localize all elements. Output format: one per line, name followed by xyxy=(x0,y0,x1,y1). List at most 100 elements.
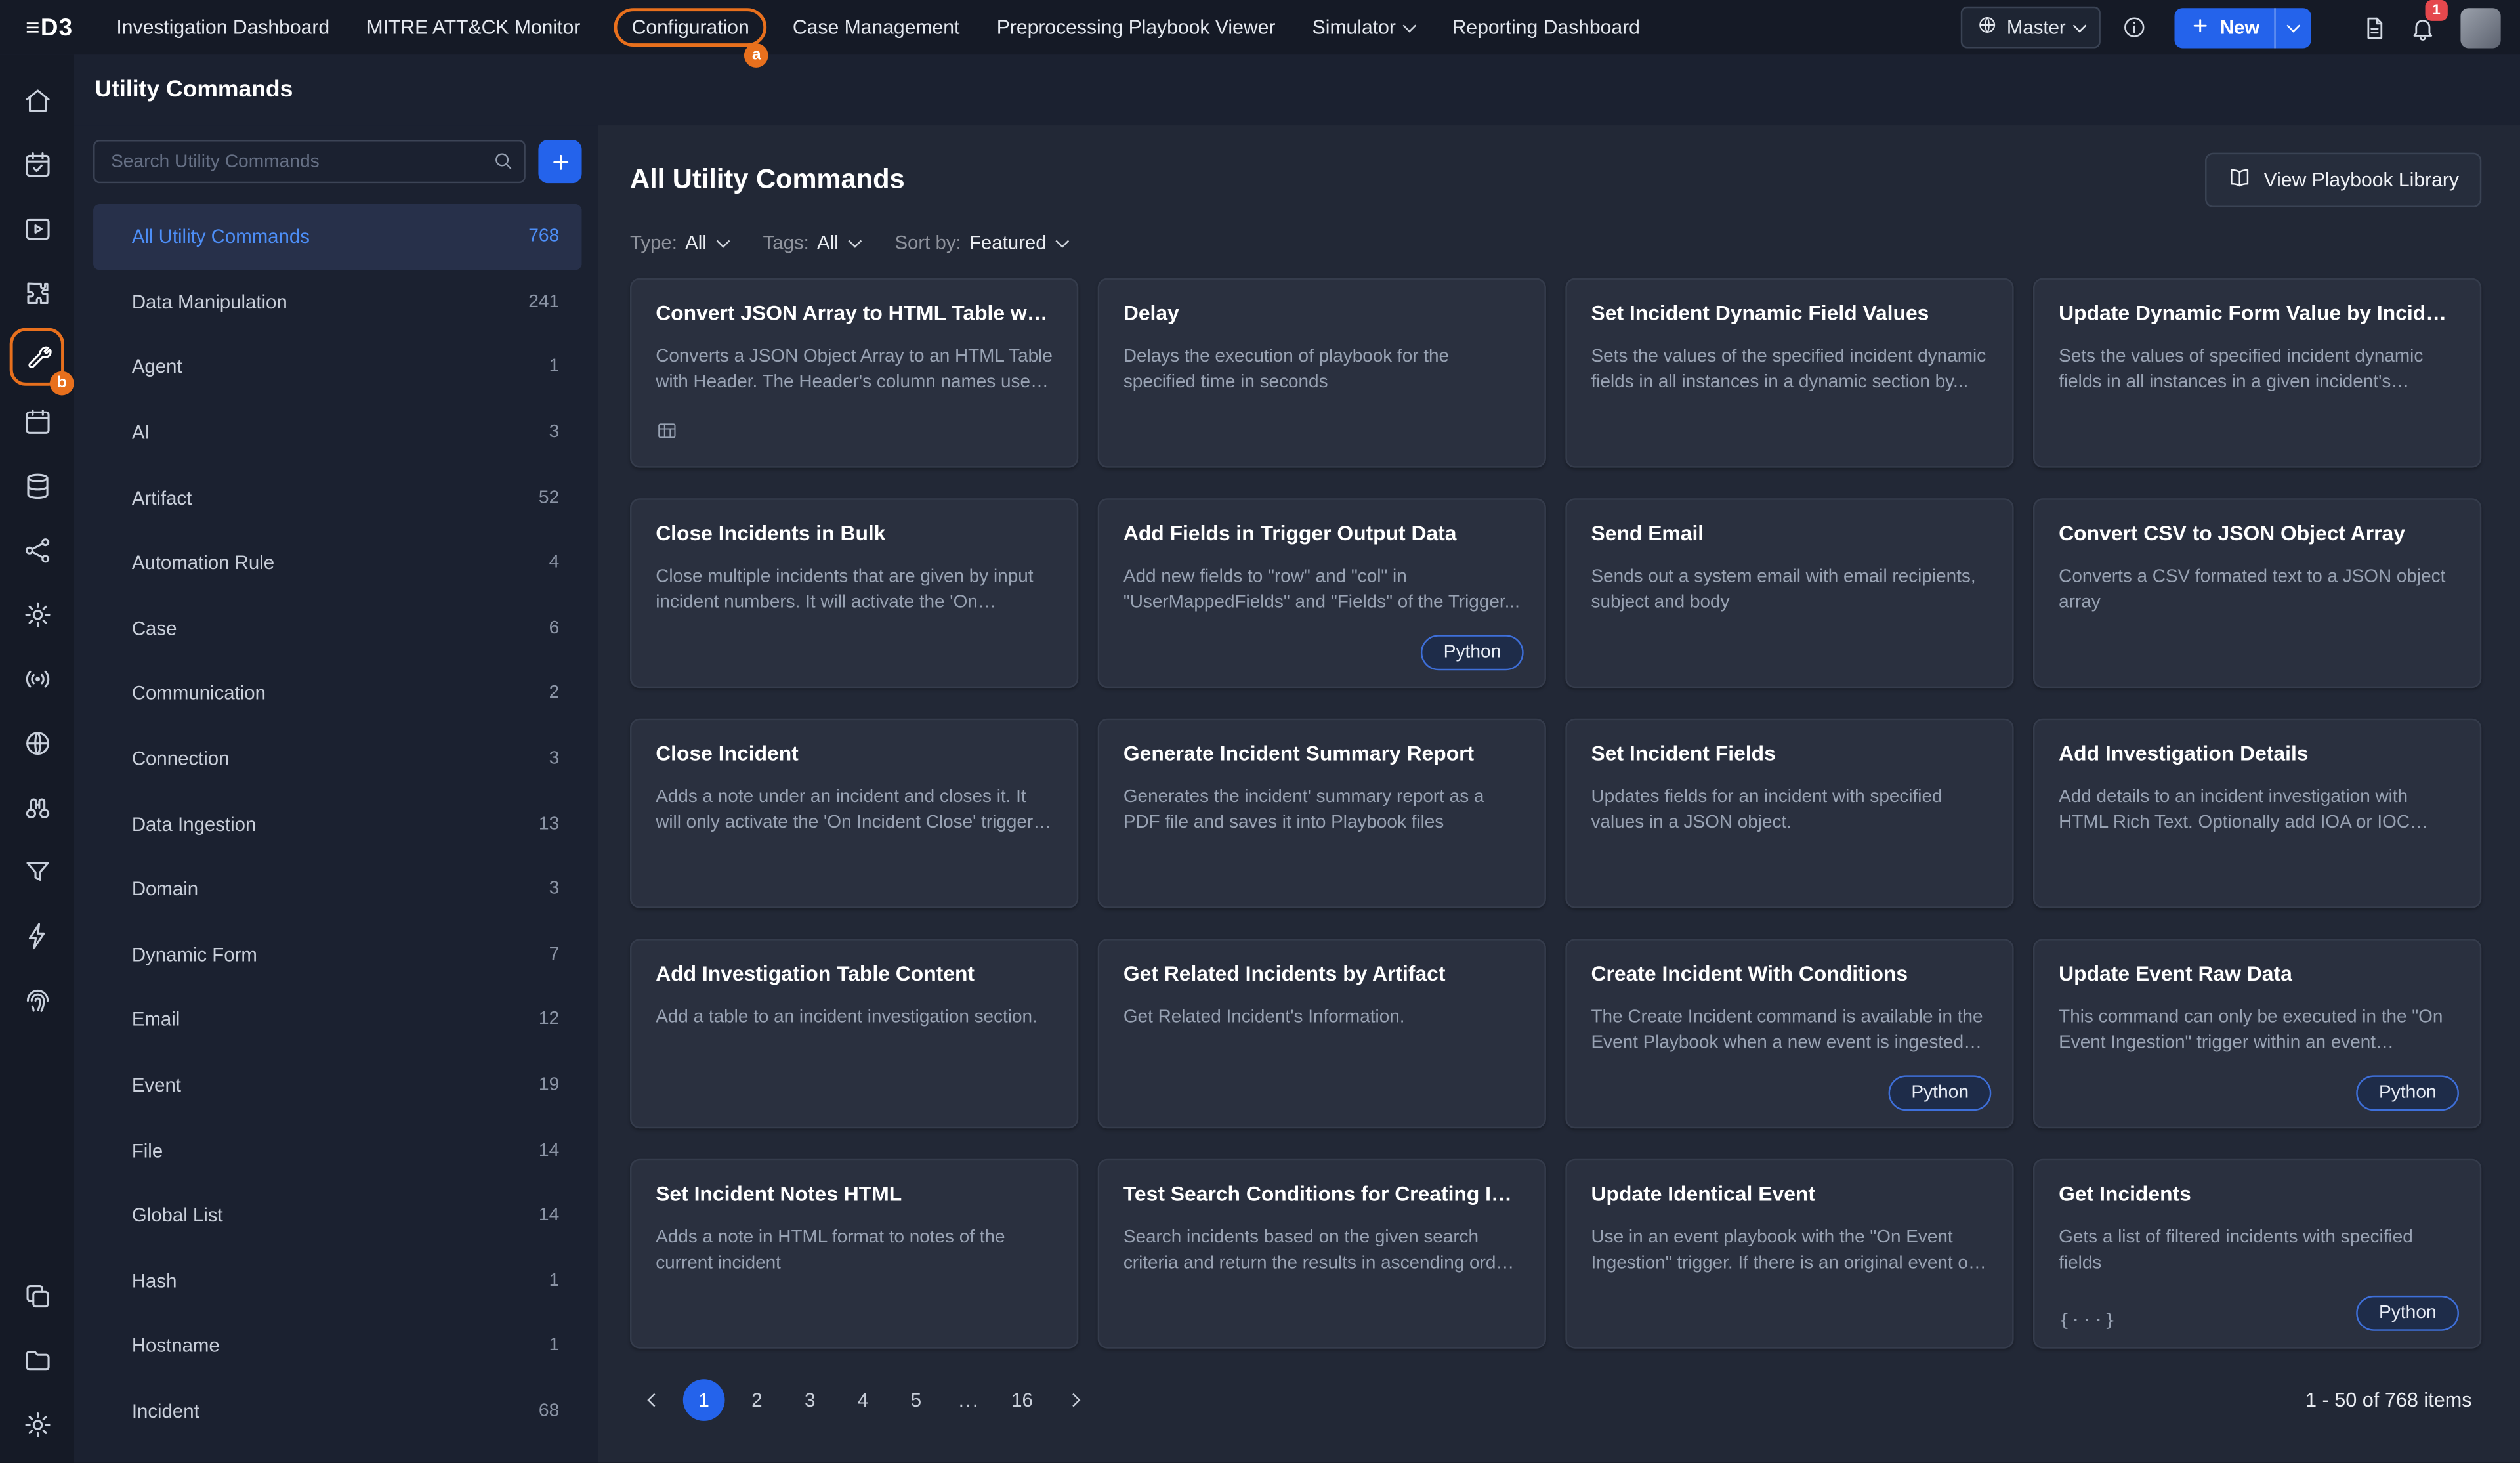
add-command-button[interactable] xyxy=(538,140,581,183)
document-icon[interactable] xyxy=(2361,14,2389,41)
command-card[interactable]: Add Investigation Details Add details to… xyxy=(2033,719,2481,908)
broadcast-icon[interactable] xyxy=(7,646,68,710)
command-card[interactable]: Get Related Incidents by Artifact Get Re… xyxy=(1098,939,1546,1128)
sort-filter-label: Sort by: xyxy=(894,232,961,254)
sidebar-item-connection[interactable]: Connection 3 xyxy=(93,726,581,791)
view-playbook-library-button[interactable]: View Playbook Library xyxy=(2204,153,2481,207)
prev-page-button[interactable] xyxy=(630,1379,672,1421)
command-card[interactable]: Delay Delays the execution of playbook f… xyxy=(1098,278,1546,468)
command-card[interactable]: Add Investigation Table Content Add a ta… xyxy=(630,939,1078,1128)
nav-item-simulator[interactable]: Simulator xyxy=(1298,8,1430,47)
sidebar-item-case[interactable]: Case 6 xyxy=(93,596,581,661)
page-button-4[interactable]: 4 xyxy=(842,1379,884,1421)
lightning-automation-icon[interactable] xyxy=(7,903,68,967)
settings-gear-icon[interactable] xyxy=(7,582,68,647)
page-button-5[interactable]: 5 xyxy=(895,1379,937,1421)
avatar[interactable] xyxy=(2460,7,2500,47)
sidebar-item-hostname[interactable]: Hostname 1 xyxy=(93,1313,581,1378)
command-card[interactable]: Close Incident Adds a note under an inci… xyxy=(630,719,1078,908)
page-button-16[interactable]: 16 xyxy=(1001,1379,1043,1421)
command-card[interactable]: Update Identical Event Use in an event p… xyxy=(1565,1159,2013,1349)
data-stack-icon[interactable] xyxy=(7,454,68,518)
command-card[interactable]: Convert CSV to JSON Object Array Convert… xyxy=(2033,498,2481,688)
sidebar-item-count: 13 xyxy=(539,815,559,834)
puzzle-integrations-icon[interactable] xyxy=(7,261,68,325)
chevron-left-icon xyxy=(646,1393,660,1407)
sidebar-item-data-ingestion[interactable]: Data Ingestion 13 xyxy=(93,792,581,857)
command-card[interactable]: Set Incident Notes HTML Adds a note in H… xyxy=(630,1159,1078,1349)
language-badge: Python xyxy=(2357,1296,2459,1331)
sidebar-item-global-list[interactable]: Global List 14 xyxy=(93,1183,581,1248)
chevron-down-icon xyxy=(848,234,862,247)
binoculars-investigation-icon[interactable] xyxy=(7,774,68,839)
command-title: Close Incidents in Bulk xyxy=(656,520,1053,545)
sidebar-item-artifact[interactable]: Artifact 52 xyxy=(93,465,581,530)
new-button[interactable]: New xyxy=(2175,7,2311,47)
command-card[interactable]: Convert JSON Array to HTML Table with...… xyxy=(630,278,1078,468)
sidebar-item-agent[interactable]: Agent 1 xyxy=(93,335,581,400)
search-input[interactable] xyxy=(93,140,526,183)
sidebar-item-count: 68 xyxy=(539,1401,559,1420)
nav-item-reporting-dashboard[interactable]: Reporting Dashboard xyxy=(1438,8,1654,47)
sidebar-item-domain[interactable]: Domain 3 xyxy=(93,857,581,922)
nav-item-case-management[interactable]: Case Management xyxy=(778,8,975,47)
home-icon[interactable] xyxy=(7,68,68,132)
command-card[interactable]: Update Event Raw Data This command can o… xyxy=(2033,939,2481,1128)
environment-selector[interactable]: Master xyxy=(1960,7,2101,49)
info-icon[interactable] xyxy=(2122,14,2147,40)
command-card[interactable]: Set Incident Dynamic Field Values Sets t… xyxy=(1565,278,2013,468)
command-card[interactable]: Create Incident With Conditions The Crea… xyxy=(1565,939,2013,1128)
web-globe-icon[interactable] xyxy=(7,710,68,774)
page-button-2[interactable]: 2 xyxy=(736,1379,778,1421)
new-button-dropdown[interactable] xyxy=(2274,7,2311,47)
next-page-button[interactable] xyxy=(1055,1379,1097,1421)
command-card[interactable]: Test Search Conditions for Creating Inci… xyxy=(1098,1159,1546,1349)
sidebar-item-incident[interactable]: Incident 68 xyxy=(93,1378,581,1443)
sidebar-item-file[interactable]: File 14 xyxy=(93,1118,581,1183)
command-card[interactable]: Add Fields in Trigger Output Data Add ne… xyxy=(1098,498,1546,688)
command-card[interactable]: Update Dynamic Form Value by Incident...… xyxy=(2033,278,2481,468)
sidebar-item-all-utility-commands[interactable]: All Utility Commands 768 xyxy=(93,204,581,269)
video-player-icon[interactable] xyxy=(7,196,68,261)
plus-icon xyxy=(2191,15,2210,39)
top-nav: ≡D3 Investigation Dashboard MITRE ATT&CK… xyxy=(0,0,2520,54)
network-share-icon[interactable] xyxy=(7,518,68,582)
fingerprint-icon[interactable] xyxy=(7,967,68,1032)
copy-layers-icon[interactable] xyxy=(7,1263,68,1328)
nav-item-investigation-dashboard[interactable]: Investigation Dashboard xyxy=(102,8,344,47)
calendar-check-icon[interactable] xyxy=(7,132,68,196)
sidebar-item-event[interactable]: Event 19 xyxy=(93,1052,581,1117)
command-title: Update Dynamic Form Value by Incident... xyxy=(2059,301,2456,325)
sidebar-item-automation-rule[interactable]: Automation Rule 4 xyxy=(93,530,581,595)
type-filter[interactable]: Type: All xyxy=(630,232,728,254)
sort-filter[interactable]: Sort by: Featured xyxy=(894,232,1067,254)
new-button-label: New xyxy=(2220,16,2259,38)
nav-item-configuration[interactable]: Configuration xyxy=(618,11,764,43)
page-button-1[interactable]: 1 xyxy=(683,1379,725,1421)
folder-files-icon[interactable] xyxy=(7,1328,68,1392)
page-button-3[interactable]: 3 xyxy=(789,1379,831,1421)
nav-item-mitre-att-ck-monitor[interactable]: MITRE ATT&CK Monitor xyxy=(352,8,595,47)
command-card[interactable]: Get Incidents Gets a list of filtered in… xyxy=(2033,1159,2481,1349)
sidebar-item-data-manipulation[interactable]: Data Manipulation 241 xyxy=(93,269,581,334)
command-title: Update Identical Event xyxy=(1591,1181,1988,1206)
bottom-settings-gear-icon[interactable] xyxy=(7,1392,68,1456)
schedule-calendar-icon[interactable] xyxy=(7,389,68,454)
sidebar-item-ai[interactable]: AI 3 xyxy=(93,400,581,465)
command-description: Updates fields for an incident with spec… xyxy=(1591,786,1988,838)
command-card[interactable]: Send Email Sends out a system email with… xyxy=(1565,498,2013,688)
notifications-icon[interactable]: 1 xyxy=(2409,14,2437,41)
tags-filter[interactable]: Tags: All xyxy=(763,232,860,254)
command-card[interactable]: Close Incidents in Bulk Close multiple i… xyxy=(630,498,1078,688)
filter-funnel-icon[interactable] xyxy=(7,839,68,903)
category-list: All Utility Commands 768 Data Manipulati… xyxy=(93,204,581,1444)
nav-item-preprocessing-playbook-viewer[interactable]: Preprocessing Playbook Viewer xyxy=(982,8,1290,47)
sidebar-item-dynamic-form[interactable]: Dynamic Form 7 xyxy=(93,922,581,987)
chevron-down-icon xyxy=(2286,18,2300,32)
utility-commands-wrench-icon[interactable]: b xyxy=(10,328,64,386)
sidebar-item-hash[interactable]: Hash 1 xyxy=(93,1248,581,1313)
sidebar-item-email[interactable]: Email 12 xyxy=(93,987,581,1052)
sidebar-item-communication[interactable]: Communication 2 xyxy=(93,661,581,726)
command-card[interactable]: Set Incident Fields Updates fields for a… xyxy=(1565,719,2013,908)
command-card[interactable]: Generate Incident Summary Report Generat… xyxy=(1098,719,1546,908)
